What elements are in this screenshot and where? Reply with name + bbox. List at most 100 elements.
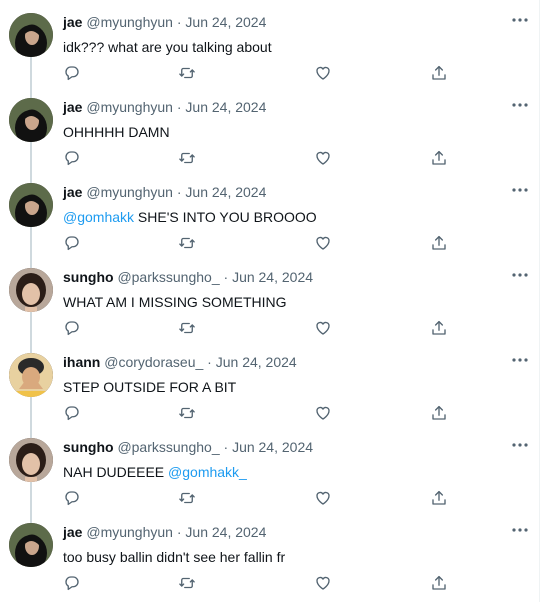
tweet-body: NAH DUDEEEE [63,464,165,480]
reply-icon[interactable] [63,319,81,337]
more-horizontal-icon[interactable] [511,523,529,535]
heart-icon[interactable] [314,319,332,337]
heart-icon[interactable] [314,574,332,592]
thread-line [30,170,32,183]
tweet-date[interactable]: Jun 24, 2024 [232,439,313,455]
tweet-text: @gomhakk SHE'S INTO YOU BROOOO [63,208,317,226]
dot-separator: · [172,184,186,200]
user-handle[interactable]: @myunghyun [86,14,173,30]
more-horizontal-icon[interactable] [511,13,529,25]
tweet-date[interactable]: Jun 24, 2024 [232,269,313,285]
user-handle[interactable]: @parkssungho_ [117,269,219,285]
tweet-header: jae @myunghyun · Jun 24, 2024 [63,98,266,116]
tweet-body: STEP OUTSIDE FOR A BIT [63,379,237,395]
avatar[interactable] [9,353,53,397]
thread-line [30,425,32,438]
more-horizontal-icon[interactable] [511,183,529,195]
more-horizontal-icon[interactable] [511,98,529,110]
avatar[interactable] [9,523,53,567]
tweet-date[interactable]: Jun 24, 2024 [185,184,266,200]
reply-icon[interactable] [63,574,81,592]
more-horizontal-icon[interactable] [511,353,529,365]
display-name[interactable]: jae [63,524,82,540]
reply-icon[interactable] [63,149,81,167]
display-name[interactable]: sungho [63,269,114,285]
reply-icon[interactable] [63,234,81,252]
dot-separator: · [172,524,186,540]
thread-line [30,510,32,523]
user-handle[interactable]: @myunghyun [86,99,173,115]
display-name[interactable]: jae [63,14,82,30]
tweet-body: WHAT AM I MISSING SOMETHING [63,294,287,310]
user-handle[interactable]: @myunghyun [86,184,173,200]
more-horizontal-icon[interactable] [511,438,529,450]
share-icon[interactable] [430,489,448,507]
avatar[interactable] [9,98,53,142]
mention-link[interactable]: @gomhakk [63,209,134,225]
tweet-date[interactable]: Jun 24, 2024 [185,14,266,30]
retweet-icon[interactable] [178,234,196,252]
share-icon[interactable] [430,64,448,82]
display-name[interactable]: ihann [63,354,100,370]
display-name[interactable]: sungho [63,439,114,455]
thread-line [30,227,32,255]
display-name[interactable]: jae [63,184,82,200]
mention-link[interactable]: @gomhakk_ [168,464,247,480]
dot-separator: · [172,99,186,115]
user-handle[interactable]: @corydoraseu_ [104,354,203,370]
thread-line [30,482,32,510]
thread-line [30,397,32,425]
avatar[interactable] [9,183,53,227]
heart-icon[interactable] [314,234,332,252]
reply-icon[interactable] [63,489,81,507]
more-horizontal-icon[interactable] [511,268,529,280]
thread-line [30,142,32,170]
tweet-text: WHAT AM I MISSING SOMETHING [63,293,287,311]
tweet[interactable]: sungho @parkssungho_ · Jun 24, 2024 WHAT… [0,255,539,340]
tweet[interactable]: ihann @corydoraseu_ · Jun 24, 2024 STEP … [0,340,539,425]
reply-icon[interactable] [63,404,81,422]
dot-separator: · [219,269,233,285]
user-handle[interactable]: @parkssungho_ [117,439,219,455]
heart-icon[interactable] [314,149,332,167]
tweet-text: NAH DUDEEEE @gomhakk_ [63,463,247,481]
reply-icon[interactable] [63,64,81,82]
tweet-date[interactable]: Jun 24, 2024 [216,354,297,370]
tweet[interactable]: jae @myunghyun · Jun 24, 2024 @gomhakk S… [0,170,539,255]
tweet-body: OHHHHH DAMN [63,124,170,140]
tweet[interactable]: jae @myunghyun · Jun 24, 2024 idk??? wha… [0,0,539,85]
avatar[interactable] [9,13,53,57]
avatar[interactable] [9,268,53,312]
tweet-date[interactable]: Jun 24, 2024 [185,99,266,115]
tweet-header: sungho @parkssungho_ · Jun 24, 2024 [63,268,313,286]
avatar[interactable] [9,438,53,482]
share-icon[interactable] [430,319,448,337]
retweet-icon[interactable] [178,64,196,82]
retweet-icon[interactable] [178,574,196,592]
heart-icon[interactable] [314,489,332,507]
thread-line [30,255,32,268]
thread-line [30,312,32,340]
tweet-header: jae @myunghyun · Jun 24, 2024 [63,523,266,541]
tweet[interactable]: jae @myunghyun · Jun 24, 2024 OHHHHH DAM… [0,85,539,170]
tweet[interactable]: jae @myunghyun · Jun 24, 2024 too busy b… [0,510,539,595]
tweet-text: idk??? what are you talking about [63,38,272,56]
thread-line [30,85,32,98]
share-icon[interactable] [430,149,448,167]
tweet[interactable]: sungho @parkssungho_ · Jun 24, 2024 NAH … [0,425,539,510]
tweet-body: too busy ballin didn't see her fallin fr [63,549,286,565]
share-icon[interactable] [430,574,448,592]
heart-icon[interactable] [314,64,332,82]
retweet-icon[interactable] [178,404,196,422]
share-icon[interactable] [430,404,448,422]
retweet-icon[interactable] [178,149,196,167]
display-name[interactable]: jae [63,99,82,115]
heart-icon[interactable] [314,404,332,422]
retweet-icon[interactable] [178,489,196,507]
dot-separator: · [219,439,233,455]
tweet-date[interactable]: Jun 24, 2024 [185,524,266,540]
dot-separator: · [172,14,186,30]
user-handle[interactable]: @myunghyun [86,524,173,540]
retweet-icon[interactable] [178,319,196,337]
share-icon[interactable] [430,234,448,252]
